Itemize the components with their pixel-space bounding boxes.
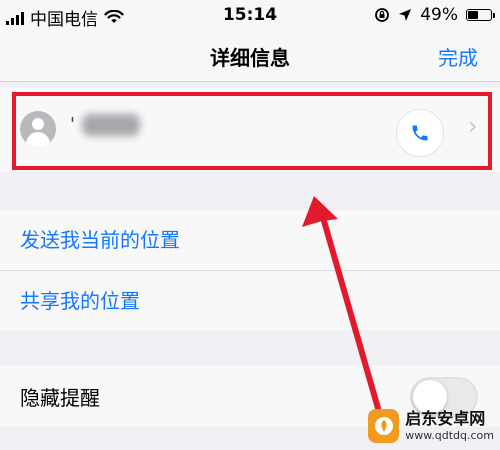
watermark-text: 启东安卓网 www.qdtdq.com bbox=[405, 409, 494, 442]
watermark-url: www.qdtdq.com bbox=[405, 429, 494, 442]
send-current-location[interactable]: 发送我当前的位置 bbox=[0, 210, 500, 270]
lock-rotation-icon bbox=[375, 8, 390, 22]
watermark-logo bbox=[368, 409, 400, 443]
location-icon bbox=[399, 9, 412, 21]
hide-alerts-label: 隐藏提醒 bbox=[20, 386, 100, 410]
done-button[interactable]: 完成 bbox=[438, 42, 478, 71]
share-my-location[interactable]: 共享我的位置 bbox=[0, 270, 500, 330]
status-right: 49% bbox=[374, 5, 495, 25]
location-actions: 发送我当前的位置 共享我的位置 bbox=[0, 210, 500, 330]
watermark: 启东安卓网 www.qdtdq.com bbox=[368, 406, 494, 446]
status-bar: 中国电信 15:14 49% bbox=[0, 0, 500, 30]
navigation-bar: 详细信息 完成 bbox=[0, 30, 500, 82]
battery-icon bbox=[466, 9, 495, 21]
battery-percent: 49% bbox=[420, 5, 458, 25]
watermark-title: 启东安卓网 bbox=[405, 409, 486, 428]
highlight-box bbox=[12, 92, 492, 170]
watermark-icon bbox=[374, 417, 393, 435]
page-title: 详细信息 bbox=[210, 46, 290, 70]
battery-fill bbox=[468, 11, 478, 19]
